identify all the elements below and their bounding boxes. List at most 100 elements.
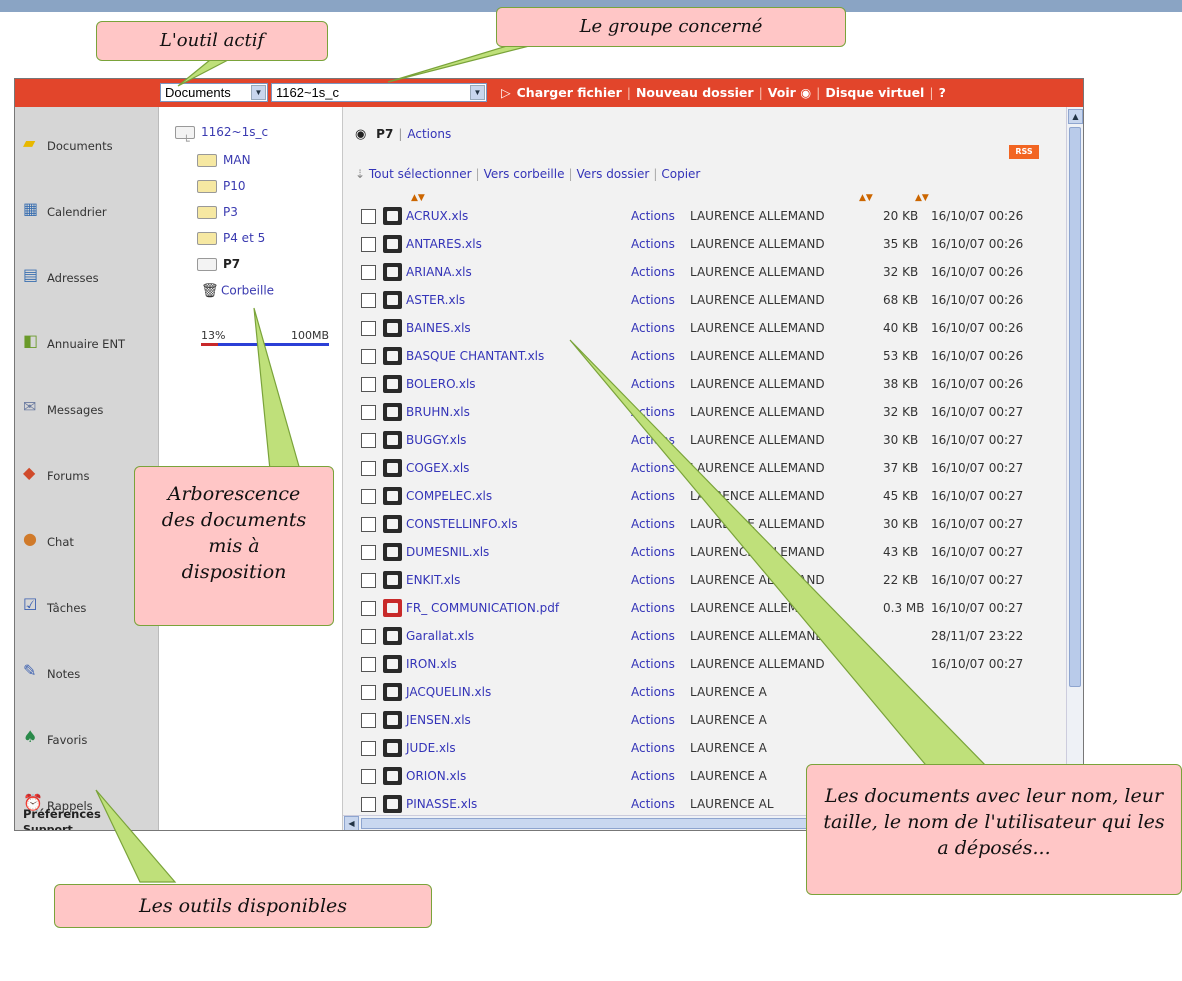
file-actions-link[interactable]: Actions bbox=[631, 349, 675, 363]
file-name-link[interactable]: PINASSE.xls bbox=[406, 797, 477, 811]
file-actions-link[interactable]: Actions bbox=[631, 713, 675, 727]
group-select[interactable]: 1162~1s_c ▼ bbox=[271, 83, 487, 102]
file-name-link[interactable]: IRON.xls bbox=[406, 657, 457, 671]
file-name-link[interactable]: DUMESNIL.xls bbox=[406, 545, 489, 559]
sidebar-item-favoris[interactable]: ♠ Favoris bbox=[23, 727, 153, 751]
file-checkbox[interactable] bbox=[361, 797, 376, 812]
file-checkbox[interactable] bbox=[361, 657, 376, 672]
file-name-link[interactable]: ACRUX.xls bbox=[406, 209, 468, 223]
file-name-link[interactable]: BASQUE CHANTANT.xls bbox=[406, 349, 544, 363]
view-glasses-icon[interactable]: ◉ bbox=[800, 85, 811, 100]
file-checkbox[interactable] bbox=[361, 237, 376, 252]
file-actions-link[interactable]: Actions bbox=[631, 797, 675, 811]
file-actions-link[interactable]: Actions bbox=[631, 657, 675, 671]
file-name-link[interactable]: ARIANA.xls bbox=[406, 265, 472, 279]
file-actions-link[interactable]: Actions bbox=[631, 601, 675, 615]
scroll-left-button[interactable]: ◀ bbox=[344, 816, 359, 830]
file-name-link[interactable]: ANTARES.xls bbox=[406, 237, 482, 251]
file-checkbox[interactable] bbox=[361, 685, 376, 700]
file-checkbox[interactable] bbox=[361, 405, 376, 420]
tree-trash[interactable]: 🗑 Corbeille bbox=[201, 283, 274, 299]
file-name-link[interactable]: BAINES.xls bbox=[406, 321, 471, 335]
file-name-link[interactable]: ASTER.xls bbox=[406, 293, 465, 307]
file-checkbox[interactable] bbox=[361, 293, 376, 308]
file-actions-link[interactable]: Actions bbox=[631, 377, 675, 391]
file-name-link[interactable]: FR_ COMMUNICATION.pdf bbox=[406, 601, 559, 615]
tree-folder-p10[interactable]: P10 bbox=[197, 179, 246, 193]
file-name-link[interactable]: JENSEN.xls bbox=[406, 713, 471, 727]
file-name-link[interactable]: JUDE.xls bbox=[406, 741, 456, 755]
folder-actions-link[interactable]: Actions bbox=[407, 127, 451, 141]
file-name-link[interactable]: ENKIT.xls bbox=[406, 573, 460, 587]
file-name-link[interactable]: Garallat.xls bbox=[406, 629, 474, 643]
file-actions-link[interactable]: Actions bbox=[631, 433, 675, 447]
file-checkbox[interactable] bbox=[361, 265, 376, 280]
file-name-link[interactable]: JACQUELIN.xls bbox=[406, 685, 491, 699]
file-actions-link[interactable]: Actions bbox=[631, 461, 675, 475]
file-actions-link[interactable]: Actions bbox=[631, 237, 675, 251]
file-actions-link[interactable]: Actions bbox=[631, 405, 675, 419]
sidebar-preferences-link[interactable]: Préférences bbox=[23, 807, 101, 821]
file-actions-link[interactable]: Actions bbox=[631, 629, 675, 643]
file-actions-link[interactable]: Actions bbox=[631, 321, 675, 335]
vertical-scroll-thumb[interactable] bbox=[1069, 127, 1081, 687]
file-actions-link[interactable]: Actions bbox=[631, 517, 675, 531]
file-checkbox[interactable] bbox=[361, 713, 376, 728]
file-checkbox[interactable] bbox=[361, 629, 376, 644]
file-checkbox[interactable] bbox=[361, 489, 376, 504]
help-link[interactable]: ? bbox=[939, 85, 946, 100]
tree-folder-p3[interactable]: P3 bbox=[197, 205, 238, 219]
file-name-link[interactable]: COMPELEC.xls bbox=[406, 489, 492, 503]
tree-folder-man[interactable]: MAN bbox=[197, 153, 251, 167]
sidebar-item-notes[interactable]: ✎ Notes bbox=[23, 661, 153, 685]
file-actions-link[interactable]: Actions bbox=[631, 741, 675, 755]
file-name-link[interactable]: BUGGY.xls bbox=[406, 433, 466, 447]
file-checkbox[interactable] bbox=[361, 461, 376, 476]
file-actions-link[interactable]: Actions bbox=[631, 209, 675, 223]
virtual-disk-link[interactable]: Disque virtuel bbox=[825, 85, 924, 100]
file-actions-link[interactable]: Actions bbox=[631, 769, 675, 783]
sidebar-item-documents[interactable]: ▰ Documents bbox=[23, 133, 153, 157]
file-checkbox[interactable] bbox=[361, 209, 376, 224]
sidebar-item-annuaire[interactable]: ◧ Annuaire ENT bbox=[23, 331, 153, 355]
move-to-folder-link[interactable]: Vers dossier bbox=[577, 167, 650, 181]
scroll-up-button[interactable]: ▲ bbox=[1068, 109, 1083, 124]
upload-file-link[interactable]: Charger fichier bbox=[517, 85, 622, 100]
file-checkbox[interactable] bbox=[361, 601, 376, 616]
sort-owner-arrows[interactable]: ▲▼ bbox=[859, 193, 873, 203]
view-link[interactable]: Voir bbox=[768, 85, 796, 100]
file-name-link[interactable]: BRUHN.xls bbox=[406, 405, 470, 419]
file-checkbox[interactable] bbox=[361, 769, 376, 784]
file-name-link[interactable]: CONSTELLINFO.xls bbox=[406, 517, 518, 531]
file-actions-link[interactable]: Actions bbox=[631, 265, 675, 279]
file-actions-link[interactable]: Actions bbox=[631, 573, 675, 587]
file-checkbox[interactable] bbox=[361, 433, 376, 448]
select-all-link[interactable]: Tout sélectionner bbox=[369, 167, 472, 181]
file-checkbox[interactable] bbox=[361, 377, 376, 392]
file-checkbox[interactable] bbox=[361, 517, 376, 532]
sidebar-item-calendrier[interactable]: ▦ Calendrier bbox=[23, 199, 153, 223]
chevron-down-icon[interactable]: ▼ bbox=[251, 85, 266, 100]
file-checkbox[interactable] bbox=[361, 349, 376, 364]
sidebar-item-messages[interactable]: ✉ Messages bbox=[23, 397, 153, 421]
sidebar-item-adresses[interactable]: ▤ Adresses bbox=[23, 265, 153, 289]
file-checkbox[interactable] bbox=[361, 741, 376, 756]
new-folder-link[interactable]: Nouveau dossier bbox=[636, 85, 754, 100]
sidebar-support-link[interactable]: Support bbox=[23, 823, 73, 830]
file-actions-link[interactable]: Actions bbox=[631, 685, 675, 699]
file-actions-link[interactable]: Actions bbox=[631, 293, 675, 307]
file-checkbox[interactable] bbox=[361, 321, 376, 336]
file-actions-link[interactable]: Actions bbox=[631, 545, 675, 559]
chevron-down-icon[interactable]: ▼ bbox=[470, 85, 485, 100]
vertical-scrollbar[interactable]: ▲ bbox=[1066, 107, 1083, 830]
file-checkbox[interactable] bbox=[361, 545, 376, 560]
tree-folder-p4-et-5[interactable]: P4 et 5 bbox=[197, 231, 265, 245]
rss-badge[interactable]: RSS bbox=[1009, 145, 1039, 159]
sort-size-arrows[interactable]: ▲▼ bbox=[915, 193, 929, 203]
file-actions-link[interactable]: Actions bbox=[631, 489, 675, 503]
copy-link[interactable]: Copier bbox=[661, 167, 700, 181]
sort-name-arrows[interactable]: ▲▼ bbox=[411, 193, 425, 203]
file-name-link[interactable]: BOLERO.xls bbox=[406, 377, 476, 391]
file-name-link[interactable]: ORION.xls bbox=[406, 769, 466, 783]
file-name-link[interactable]: COGEX.xls bbox=[406, 461, 469, 475]
